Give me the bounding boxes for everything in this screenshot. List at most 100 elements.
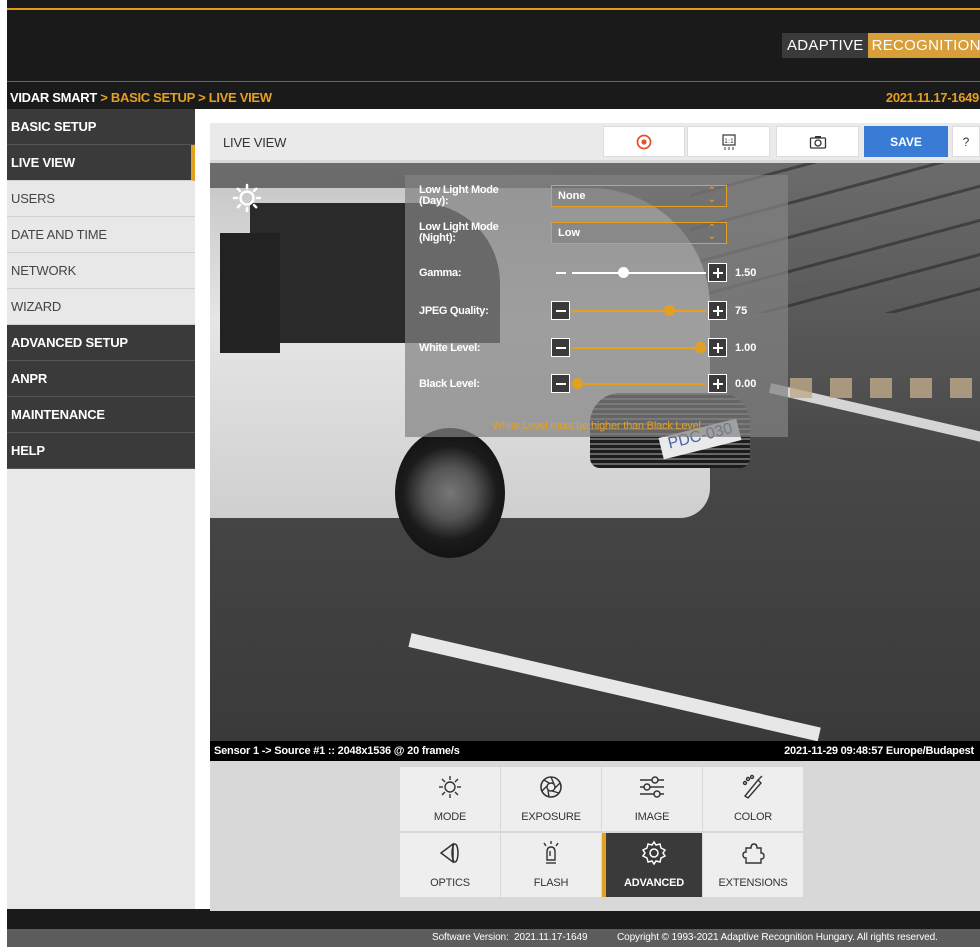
minus-icon [555,346,566,349]
footer-version: Software Version: 2021.11.17-1649 [432,932,588,943]
gear-icon [641,840,667,866]
jpeg-quality-increase-button[interactable] [708,301,727,320]
footer-copyright: Copyright © 1993-2021 Adaptive Recogniti… [617,932,938,943]
white-level-label: White Level: [419,342,481,354]
black-level-slider-track[interactable] [572,383,706,385]
minus-icon [555,271,566,274]
app-window: ADAPTIVE RECOGNITION VIDAR SMART > BASIC… [7,0,980,947]
tool-color-button[interactable]: COLOR [703,767,803,831]
tool-label: ADVANCED [624,877,684,889]
plus-icon [712,267,723,278]
flash-icon [539,840,563,866]
sidebar-item-maintenance[interactable]: MAINTENANCE [7,397,195,433]
white-level-slider-track[interactable] [572,347,706,349]
breadcrumb-sep: > [194,90,209,105]
breadcrumb-root[interactable]: VIDAR SMART [10,90,97,105]
sliders-icon [638,774,666,800]
sidebar-item-advanced-setup[interactable]: ADVANCED SETUP [7,325,195,361]
sidebar-item-live-view[interactable]: LIVE VIEW [7,145,195,181]
page-title: LIVE VIEW [223,135,287,150]
tool-label: COLOR [733,811,773,823]
live-camera-view[interactable]: PDC-030 [210,163,980,741]
tool-image-button[interactable]: IMAGE [602,767,702,831]
tool-extensions-button[interactable]: EXTENSIONS [703,833,803,897]
white-level-decrease-button[interactable] [551,338,570,357]
gamma-slider-thumb[interactable] [617,267,629,278]
tool-exposure-button[interactable]: EXPOSURE [501,767,601,831]
tool-label: EXPOSURE [521,811,581,823]
low-light-night-value: Low [558,227,580,239]
low-light-day-row: Low Light Mode (Day): None ⌃ ⌄ [405,185,788,209]
sun-icon[interactable] [232,183,262,213]
footer-version-value: 2021.11.17-1649 [514,932,588,943]
tool-label: EXTENSIONS [718,877,788,889]
breadcrumb-sep: > [96,90,111,105]
low-light-night-label: Low Light Mode (Night): [419,221,499,244]
lens-icon [435,840,465,866]
jpeg-quality-label: JPEG Quality: [419,305,489,317]
sidebar-item-label: BASIC SETUP [11,119,97,134]
brand-part2: RECOGNITION [867,33,980,58]
brand-logo: ADAPTIVE RECOGNITION [782,33,980,58]
gamma-decrease-button[interactable] [551,263,570,282]
breadcrumb-basic-setup[interactable]: BASIC SETUP [111,90,195,105]
jpeg-quality-slider-thumb[interactable] [664,305,676,316]
sidebar-item-label: MAINTENANCE [11,407,105,422]
sidebar-item-help[interactable]: HELP [7,433,195,469]
save-button[interactable]: SAVE [864,126,948,157]
sidebar-item-label: WIZARD [11,299,62,314]
top-accent-line [7,8,980,10]
camera-icon [809,135,826,149]
black-level-label: Black Level: [419,378,480,390]
low-light-day-value: None [558,190,586,202]
sidebar-item-users[interactable]: USERS [7,181,195,217]
sidebar-item-anpr[interactable]: ANPR [7,361,195,397]
jpeg-quality-row: JPEG Quality: 75 [405,301,788,325]
sidebar-item-network[interactable]: NETWORK [7,253,195,289]
low-light-night-select[interactable]: Low ⌃ ⌄ [551,222,727,244]
black-level-increase-button[interactable] [708,374,727,393]
tool-label: IMAGE [634,811,670,823]
sidebar-item-wizard[interactable]: WIZARD [7,289,195,325]
gamma-increase-button[interactable] [708,263,727,282]
record-icon [636,134,652,149]
gamma-value: 1.50 [735,267,757,279]
sidebar-item-label: USERS [11,191,55,206]
tool-label: FLASH [533,877,569,889]
jpeg-quality-slider-track[interactable] [572,310,706,312]
black-level-decrease-button[interactable] [551,374,570,393]
black-level-slider-thumb[interactable] [572,378,583,389]
sidebar: BASIC SETUP LIVE VIEW USERS DATE AND TIM… [7,109,195,909]
tool-advanced-button[interactable]: ADVANCED [602,833,702,897]
jpeg-quality-decrease-button[interactable] [551,301,570,320]
select-arrows-icon: ⌃ ⌄ [707,223,716,242]
svg-text:1:1: 1:1 [724,138,734,145]
video-status-bar: Sensor 1 -> Source #1 :: 2048x1536 @ 20 … [210,741,980,761]
snapshot-button[interactable] [776,126,859,157]
tool-mode-button[interactable]: MODE [400,767,500,831]
white-level-value: 1.00 [735,342,757,354]
gamma-label: Gamma: [419,267,462,279]
plus-icon [712,305,723,316]
help-button[interactable]: ? [952,126,980,157]
tool-flash-button[interactable]: FLASH [501,833,601,897]
minus-icon [555,309,566,312]
main-content: LIVE VIEW 1:1 SAVE ? Low Light Mode (Day… [195,109,980,911]
sidebar-item-basic-setup[interactable]: BASIC SETUP [7,109,195,145]
road-marking [408,633,821,741]
white-level-increase-button[interactable] [708,338,727,357]
record-button[interactable] [603,126,685,157]
curb-bumps [790,378,980,398]
car-wheel [395,428,505,558]
low-light-day-select[interactable]: None ⌃ ⌄ [551,185,727,207]
sidebar-item-date-and-time[interactable]: DATE AND TIME [7,217,195,253]
tool-optics-button[interactable]: OPTICS [400,833,500,897]
select-arrows-icon: ⌃ ⌄ [707,186,716,205]
white-level-slider-thumb[interactable] [695,342,706,353]
live-view-panel: LIVE VIEW 1:1 SAVE ? Low Light Mode (Day… [210,123,980,911]
aperture-icon [538,774,564,800]
low-light-day-label: Low Light Mode (Day): [419,184,499,207]
gamma-slider-track[interactable] [572,272,706,274]
palette-icon [740,774,766,800]
fit-screen-button[interactable]: 1:1 [687,126,770,157]
